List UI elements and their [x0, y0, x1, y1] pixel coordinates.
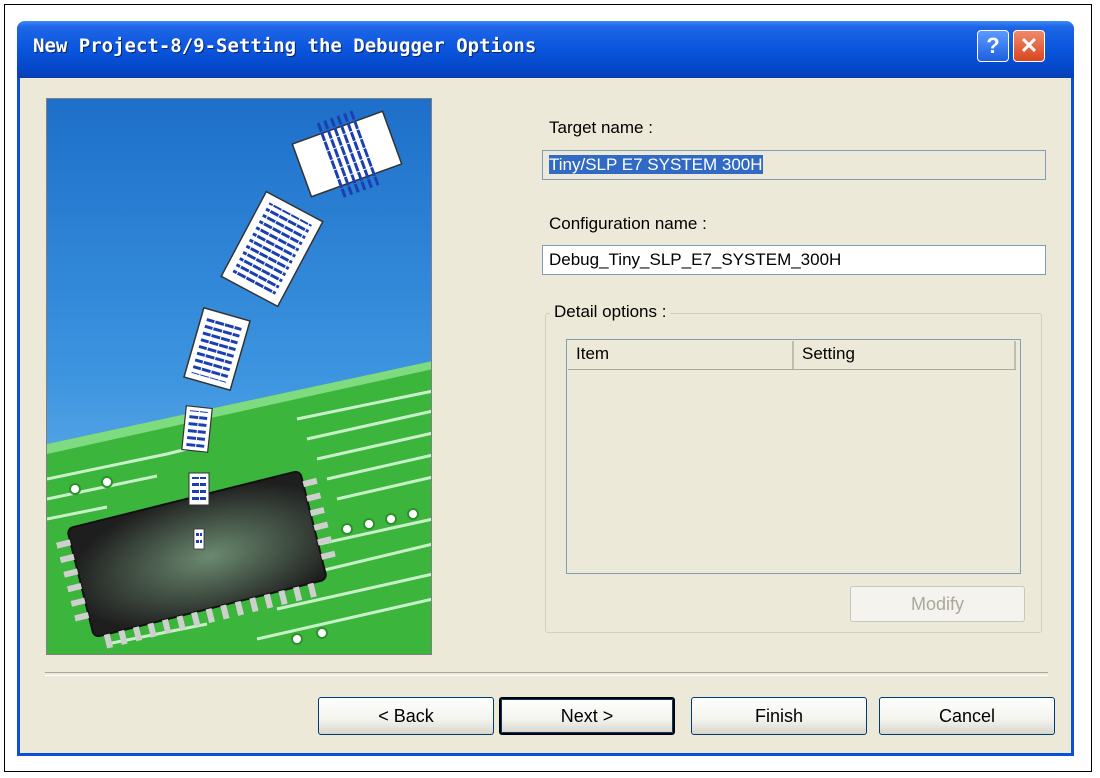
configuration-name-input[interactable]: Debug_Tiny_SLP_E7_SYSTEM_300H [542, 245, 1046, 275]
footer-separator [45, 672, 1048, 676]
column-header-item[interactable]: Item [568, 341, 794, 369]
title-bar[interactable]: New Project-8/9-Setting the Debugger Opt… [17, 21, 1074, 78]
finish-button[interactable]: Finish [691, 697, 867, 735]
next-button[interactable]: Next > [499, 697, 675, 735]
close-icon[interactable]: ✕ [1013, 30, 1045, 62]
back-button[interactable]: < Back [318, 697, 494, 735]
wizard-illustration [46, 98, 432, 655]
target-name-label: Target name : [549, 118, 653, 137]
target-name-value: Tiny/SLP E7 SYSTEM 300H [549, 155, 763, 174]
modify-button[interactable]: Modify [850, 586, 1025, 622]
dialog-title: New Project-8/9-Setting the Debugger Opt… [33, 35, 537, 57]
configuration-name-label: Configuration name : [549, 214, 707, 233]
column-header-setting[interactable]: Setting [794, 341, 1016, 369]
target-name-field[interactable]: Tiny/SLP E7 SYSTEM 300H [542, 150, 1046, 180]
detail-options-label: Detail options : [550, 302, 671, 322]
detail-options-list[interactable]: Item Setting [566, 339, 1021, 574]
list-header: Item Setting [568, 341, 1016, 370]
help-icon[interactable]: ? [977, 30, 1009, 62]
cancel-button[interactable]: Cancel [879, 697, 1055, 735]
wizard-dialog: New Project-8/9-Setting the Debugger Opt… [17, 21, 1074, 756]
